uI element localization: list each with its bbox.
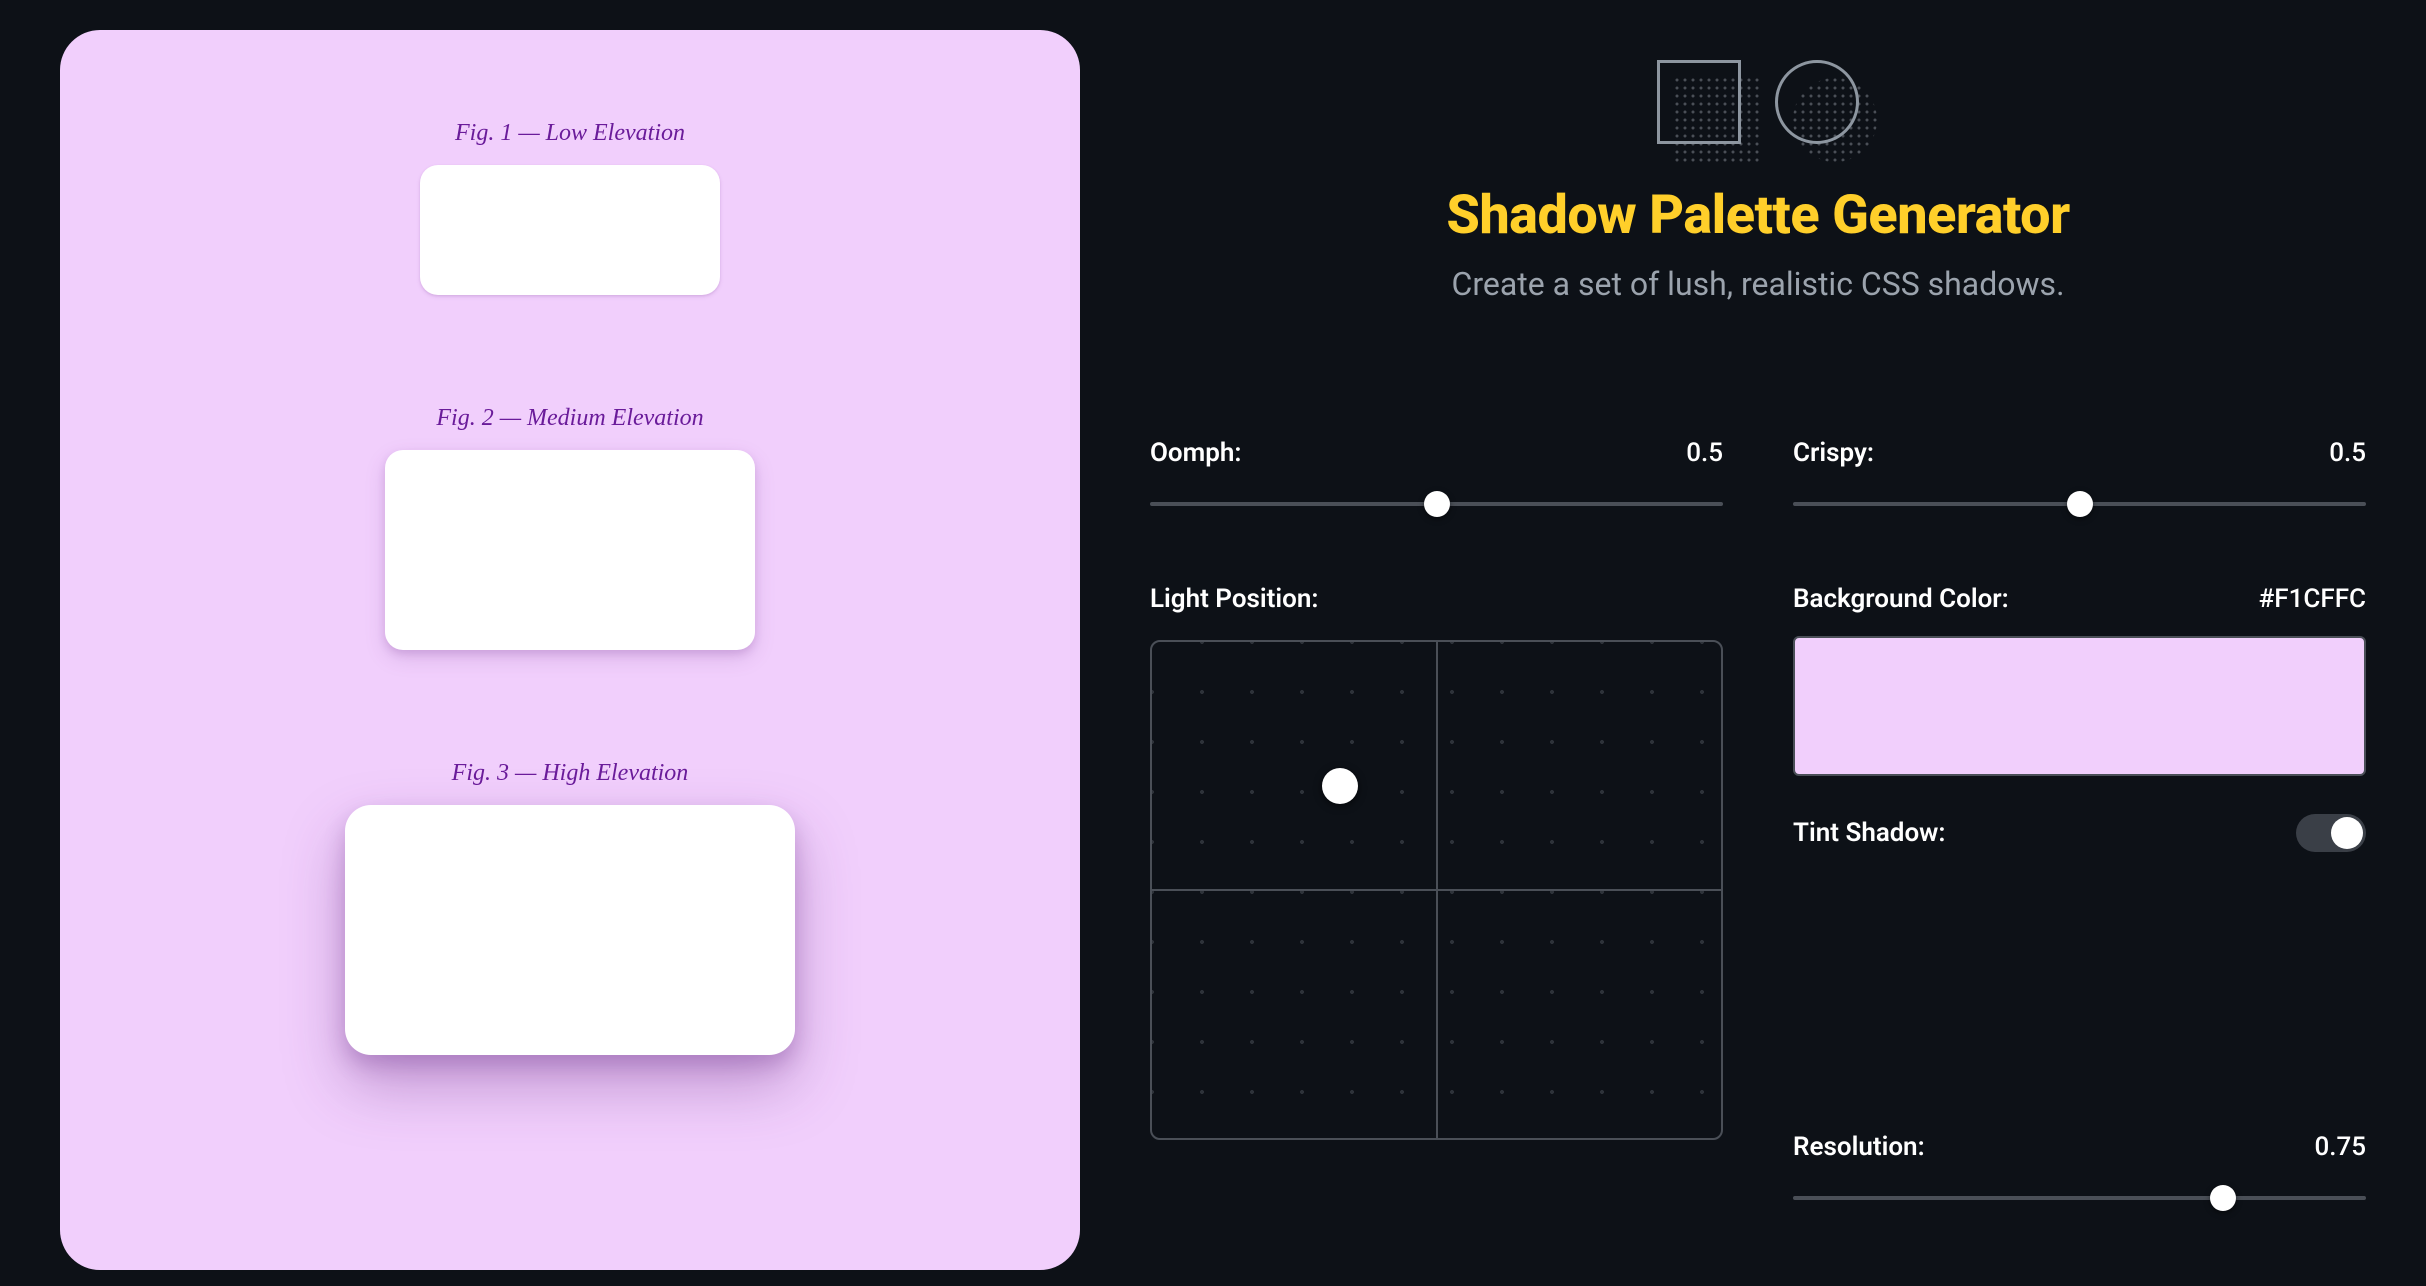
light-position-handle[interactable] <box>1322 768 1358 804</box>
resolution-slider-thumb[interactable] <box>2210 1185 2236 1211</box>
fig-caption-high: Fig. 3 — High Elevation <box>345 760 795 787</box>
oomph-slider-thumb[interactable] <box>1424 491 1450 517</box>
crispy-control: Crispy: 0.5 <box>1793 438 2366 514</box>
oomph-slider[interactable] <box>1150 494 1723 514</box>
resolution-control: Resolution: 0.75 <box>1793 1132 2366 1208</box>
tint-shadow-label: Tint Shadow: <box>1793 818 1945 848</box>
light-position-label: Light Position: <box>1150 584 1318 614</box>
fig-caption-medium: Fig. 2 — Medium Elevation <box>385 405 755 432</box>
resolution-label: Resolution: <box>1793 1132 1925 1162</box>
elevation-medium-group: Fig. 2 — Medium Elevation <box>385 405 755 650</box>
background-color-value: #F1CFFC <box>2259 584 2366 614</box>
fig-caption-low: Fig. 1 — Low Elevation <box>420 120 720 147</box>
controls-panel: Shadow Palette Generator Create a set of… <box>1150 30 2366 1256</box>
elevation-card-low <box>420 165 720 295</box>
oomph-control: Oomph: 0.5 <box>1150 438 1723 514</box>
square-icon[interactable] <box>1657 60 1741 144</box>
header: Shadow Palette Generator Create a set of… <box>1150 60 2366 303</box>
background-color-label: Background Color: <box>1793 584 2009 614</box>
tint-shadow-toggle-knob[interactable] <box>2331 817 2363 849</box>
shape-icons <box>1657 60 1859 144</box>
page-subtitle: Create a set of lush, realistic CSS shad… <box>1451 265 2064 303</box>
circle-icon[interactable] <box>1775 60 1859 144</box>
light-position-pad[interactable] <box>1150 640 1723 1140</box>
elevation-card-high <box>345 805 795 1055</box>
elevation-high-group: Fig. 3 — High Elevation <box>345 760 795 1055</box>
light-position-dot-grid <box>1152 642 1721 1138</box>
crispy-label: Crispy: <box>1793 438 1874 468</box>
tint-shadow-toggle[interactable] <box>2296 814 2366 852</box>
crispy-value: 0.5 <box>2329 438 2366 468</box>
elevation-card-medium <box>385 450 755 650</box>
resolution-slider[interactable] <box>1793 1188 2366 1208</box>
page-title: Shadow Palette Generator <box>1446 184 2069 247</box>
resolution-value: 0.75 <box>2314 1132 2366 1162</box>
background-color-control: Background Color: #F1CFFC Tint Shadow: <box>1793 584 2366 852</box>
oomph-label: Oomph: <box>1150 438 1241 468</box>
elevation-low-group: Fig. 1 — Low Elevation <box>420 120 720 295</box>
background-color-swatch[interactable] <box>1793 636 2366 776</box>
light-position-control: Light Position: <box>1150 584 1723 1278</box>
crispy-slider[interactable] <box>1793 494 2366 514</box>
oomph-value: 0.5 <box>1686 438 1723 468</box>
crispy-slider-thumb[interactable] <box>2067 491 2093 517</box>
preview-panel: Fig. 1 — Low Elevation Fig. 2 — Medium E… <box>60 30 1080 1270</box>
